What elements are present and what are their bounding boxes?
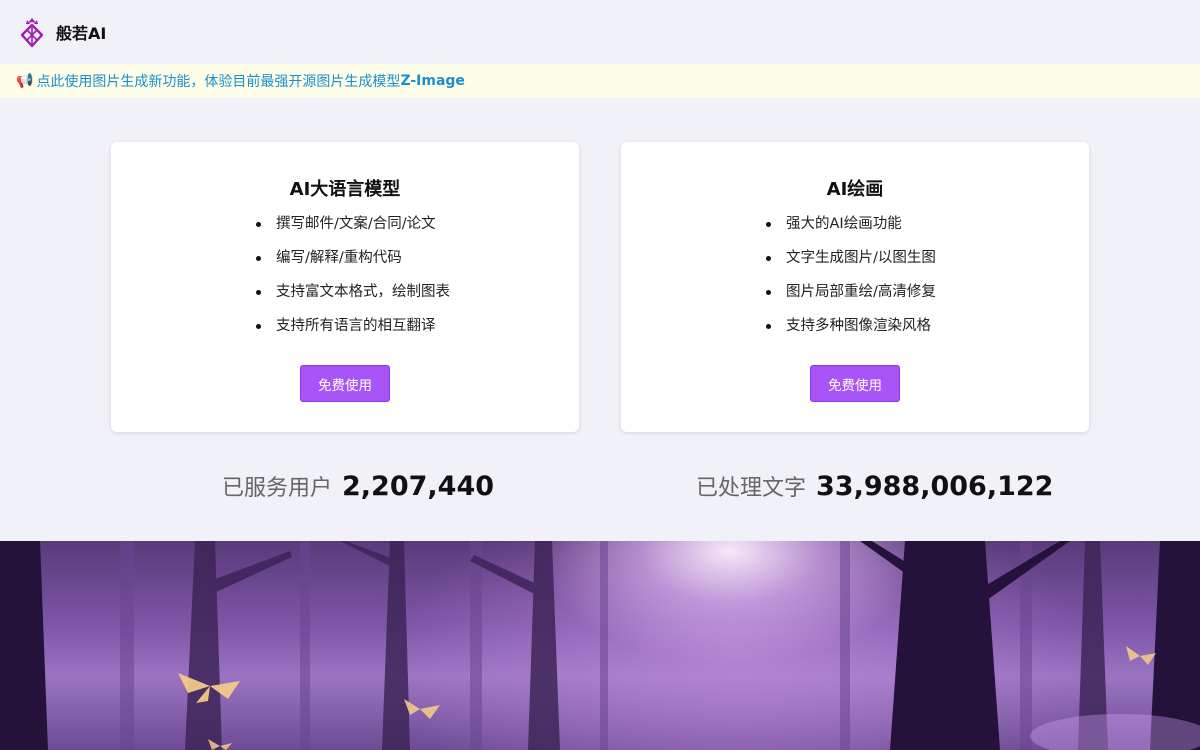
words-stat: 已处理文字 33,988,006,122 — [696, 470, 1053, 510]
pineapple-logo-icon[interactable] — [18, 16, 46, 48]
card-title: AI绘画 — [826, 179, 884, 200]
brand-name[interactable]: 般若AI — [56, 20, 106, 44]
forest-illustration — [0, 541, 1200, 750]
list-item: 撰写邮件/文案/合同/论文 — [256, 214, 450, 248]
painting-free-use-button[interactable]: 免费使用 — [810, 365, 900, 402]
llm-card: AI大语言模型 撰写邮件/文案/合同/论文 编写/解释/重构代码 支持富文本格式… — [111, 142, 579, 432]
list-item: 支持所有语言的相互翻译 — [256, 316, 450, 350]
butterfly-icon — [1126, 646, 1156, 665]
list-item: 编写/解释/重构代码 — [256, 248, 450, 282]
users-stat: 已服务用户 2,207,440 — [222, 470, 494, 510]
ai-painting-card: AI绘画 强大的AI绘画功能 文字生成图片/以图生图 图片局部重绘/高清修复 支… — [621, 142, 1089, 432]
users-stat-label: 已服务用户 — [222, 476, 333, 501]
list-item: 强大的AI绘画功能 — [766, 214, 936, 248]
feature-list: 撰写邮件/文案/合同/论文 编写/解释/重构代码 支持富文本格式，绘制图表 支持… — [256, 214, 450, 350]
words-stat-label: 已处理文字 — [696, 476, 807, 501]
z-image-link[interactable]: Z-Image — [400, 73, 464, 89]
llm-free-use-button[interactable]: 免费使用 — [300, 365, 390, 402]
banner-text[interactable]: 点此使用图片生成新功能，体验目前最强开源图片生成模型 — [36, 71, 400, 91]
list-item: 支持富文本格式，绘制图表 — [256, 282, 450, 316]
list-item: 图片局部重绘/高清修复 — [766, 282, 936, 316]
announcement-banner[interactable]: 📢 点此使用图片生成新功能，体验目前最强开源图片生成模型 Z-Image — [0, 64, 1200, 98]
megaphone-icon: 📢 — [16, 73, 34, 89]
words-stat-value: 33,988,006,122 — [816, 471, 1054, 502]
list-item: 文字生成图片/以图生图 — [766, 248, 936, 282]
purple-forest-image — [0, 541, 1200, 750]
card-title: AI大语言模型 — [289, 179, 401, 200]
header: 般若AI — [0, 0, 1200, 64]
feature-list: 强大的AI绘画功能 文字生成图片/以图生图 图片局部重绘/高清修复 支持多种图像… — [766, 214, 936, 350]
butterfly-icon — [404, 699, 440, 719]
users-stat-value: 2,207,440 — [342, 471, 495, 502]
list-item: 支持多种图像渲染风格 — [766, 316, 936, 350]
